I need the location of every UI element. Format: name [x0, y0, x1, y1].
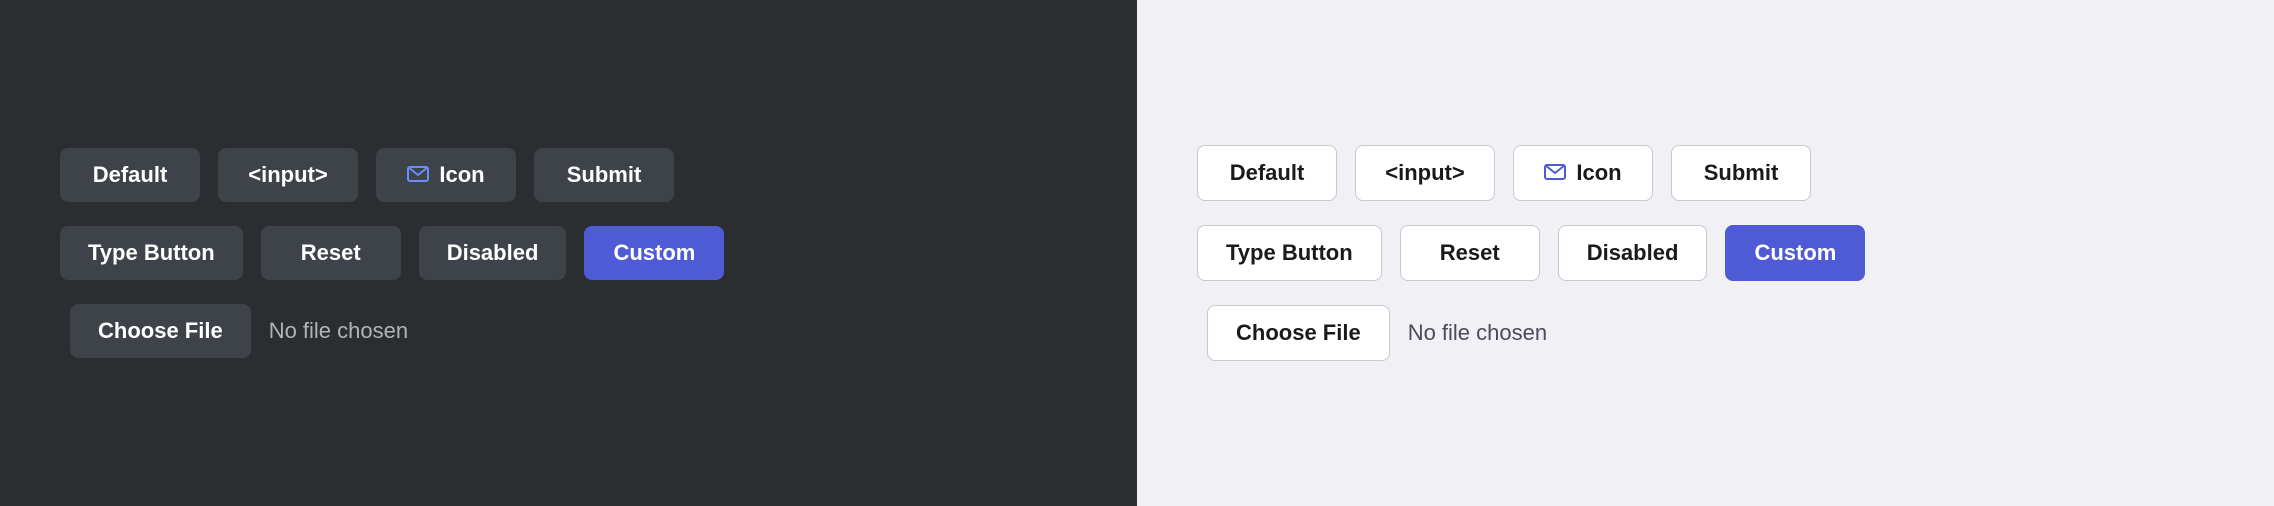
dark-default-button[interactable]: Default: [60, 148, 200, 202]
light-reset-label: Reset: [1440, 240, 1500, 266]
dark-submit-button[interactable]: Submit: [534, 148, 674, 202]
light-submit-button[interactable]: Submit: [1671, 145, 1811, 201]
light-disabled-button[interactable]: Disabled: [1558, 225, 1708, 281]
dark-row-1: Default <input> Icon Submit: [60, 148, 1077, 202]
envelope-icon: [407, 162, 429, 188]
light-reset-button[interactable]: Reset: [1400, 225, 1540, 281]
light-input-button[interactable]: <input>: [1355, 145, 1495, 201]
dark-reset-label: Reset: [301, 240, 361, 266]
dark-panel: Default <input> Icon Submit Type Button …: [0, 0, 1137, 506]
dark-custom-button[interactable]: Custom: [584, 226, 724, 280]
dark-disabled-label: Disabled: [447, 240, 539, 266]
light-type-button-label: Type Button: [1226, 240, 1353, 266]
light-choose-file-label: Choose File: [1236, 320, 1361, 345]
light-no-file-label: No file chosen: [1408, 320, 1547, 346]
light-submit-label: Submit: [1704, 160, 1779, 186]
light-default-label: Default: [1230, 160, 1305, 186]
light-file-row: Choose File No file chosen: [1197, 305, 2214, 361]
dark-file-row: Choose File No file chosen: [60, 304, 1077, 358]
dark-type-button-label: Type Button: [88, 240, 215, 266]
dark-custom-label: Custom: [613, 240, 695, 266]
dark-choose-file-label: Choose File: [98, 318, 223, 343]
envelope-icon-light: [1544, 160, 1566, 186]
light-custom-button[interactable]: Custom: [1725, 225, 1865, 281]
light-type-button-button[interactable]: Type Button: [1197, 225, 1382, 281]
light-input-label: <input>: [1385, 160, 1464, 186]
light-icon-button[interactable]: Icon: [1513, 145, 1653, 201]
dark-choose-file-button[interactable]: Choose File: [70, 304, 251, 358]
dark-reset-button[interactable]: Reset: [261, 226, 401, 280]
dark-no-file-label: No file chosen: [269, 318, 408, 344]
light-panel: Default <input> Icon Submit Type Button …: [1137, 0, 2274, 506]
dark-default-label: Default: [93, 162, 168, 188]
light-row-2: Type Button Reset Disabled Custom: [1197, 225, 2214, 281]
light-icon-label: Icon: [1576, 160, 1621, 186]
light-row-1: Default <input> Icon Submit: [1197, 145, 2214, 201]
dark-input-label: <input>: [248, 162, 327, 188]
light-default-button[interactable]: Default: [1197, 145, 1337, 201]
dark-submit-label: Submit: [567, 162, 642, 188]
light-custom-label: Custom: [1754, 240, 1836, 266]
light-disabled-label: Disabled: [1587, 240, 1679, 266]
dark-input-button[interactable]: <input>: [218, 148, 358, 202]
dark-icon-button[interactable]: Icon: [376, 148, 516, 202]
dark-disabled-button[interactable]: Disabled: [419, 226, 567, 280]
dark-icon-label: Icon: [439, 162, 484, 188]
dark-type-button-button[interactable]: Type Button: [60, 226, 243, 280]
light-choose-file-button[interactable]: Choose File: [1207, 305, 1390, 361]
dark-row-2: Type Button Reset Disabled Custom: [60, 226, 1077, 280]
